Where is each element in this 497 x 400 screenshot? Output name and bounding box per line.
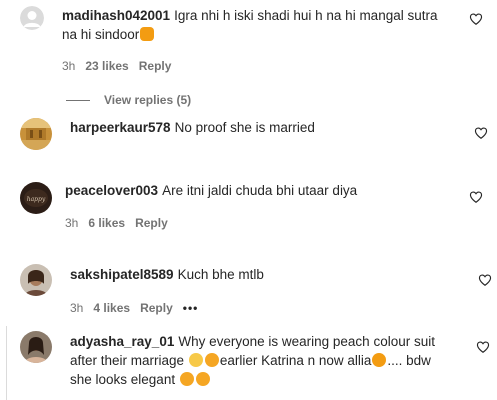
comment-text: harpeerkaur578 No proof she is married (70, 118, 315, 137)
heart-outline-icon[interactable] (476, 340, 490, 354)
comment-body-cont2: earlier Katrina n now allia (219, 353, 372, 368)
heart-outline-icon[interactable] (474, 126, 488, 140)
comment-text: adyasha_ray_01 Why everyone is wearing pe… (70, 332, 435, 351)
comment-body-cont3: .... bdw (387, 353, 431, 368)
comment-body-cont: na hi sindoor (62, 27, 140, 42)
comment-time: 3h (62, 59, 76, 73)
avatar[interactable] (20, 331, 52, 363)
divider (66, 100, 90, 102)
heart-eyes-emoji-icon (179, 372, 194, 386)
reply-button[interactable]: Reply (139, 59, 172, 73)
thread-line (6, 326, 7, 400)
comment-text-cont: she looks elegant (70, 370, 211, 389)
comment-body: Why everyone is wearing peach colour sui… (178, 334, 435, 349)
avatar[interactable]: happy (20, 182, 52, 214)
username[interactable]: sakshipatel8589 (70, 267, 174, 282)
comment-text: sakshipatel8589 Kuch bhe mtlb (70, 265, 264, 284)
comment-body: Igra nhi h iski shadi hui h na hi mangal… (174, 8, 438, 23)
comment-meta: 3h 6 likes Reply (65, 216, 178, 230)
comment-body-cont: after their marriage (70, 353, 185, 368)
heart-outline-icon[interactable] (478, 273, 492, 287)
heart-eyes-emoji-icon (195, 372, 210, 386)
comment-meta: 3h 4 likes Reply ••• (70, 301, 208, 315)
hand-emoji-icon (140, 27, 155, 41)
laughing-emoji-icon (372, 353, 387, 367)
comment-body: Kuch bhe mtlb (177, 267, 264, 282)
like-count[interactable]: 23 likes (85, 59, 128, 73)
avatar[interactable] (20, 264, 52, 296)
comment-body: No proof she is married (174, 120, 315, 135)
comment-text: madihash042001 Igra nhi h iski shadi hui … (62, 6, 437, 25)
reply-button[interactable]: Reply (135, 216, 168, 230)
comment-meta: 3h 23 likes Reply (62, 59, 181, 73)
username[interactable]: madihash042001 (62, 8, 170, 23)
heart-outline-icon[interactable] (469, 12, 483, 26)
view-replies-label: View replies (5) (104, 93, 192, 107)
view-replies-button[interactable]: View replies (5) (66, 93, 191, 107)
svg-text:happy: happy (27, 196, 46, 203)
rolling-eyes-emoji-icon (188, 353, 203, 367)
avatar[interactable] (20, 6, 44, 30)
comment-time: 3h (70, 301, 84, 315)
username[interactable]: adyasha_ray_01 (70, 334, 174, 349)
username[interactable]: harpeerkaur578 (70, 120, 171, 135)
more-options-icon[interactable]: ••• (183, 301, 199, 315)
thinking-emoji-icon (204, 353, 219, 367)
comment-text-cont: na hi sindoor (62, 25, 155, 44)
username[interactable]: peacelover003 (65, 183, 158, 198)
like-count[interactable]: 6 likes (88, 216, 125, 230)
clipped-text-fragment (142, 150, 156, 154)
like-count[interactable]: 4 likes (93, 301, 130, 315)
comment-text: peacelover003 Are itni jaldi chuda bhi ut… (65, 181, 357, 200)
comment-body: Are itni jaldi chuda bhi utaar diya (162, 183, 358, 198)
reply-button[interactable]: Reply (140, 301, 173, 315)
comment-time: 3h (65, 216, 79, 230)
avatar[interactable] (20, 118, 52, 150)
comment-body-cont4: she looks elegant (70, 372, 176, 387)
comment-text-cont: after their marriage earlier Katrina n n… (70, 351, 431, 370)
heart-outline-icon[interactable] (469, 190, 483, 204)
